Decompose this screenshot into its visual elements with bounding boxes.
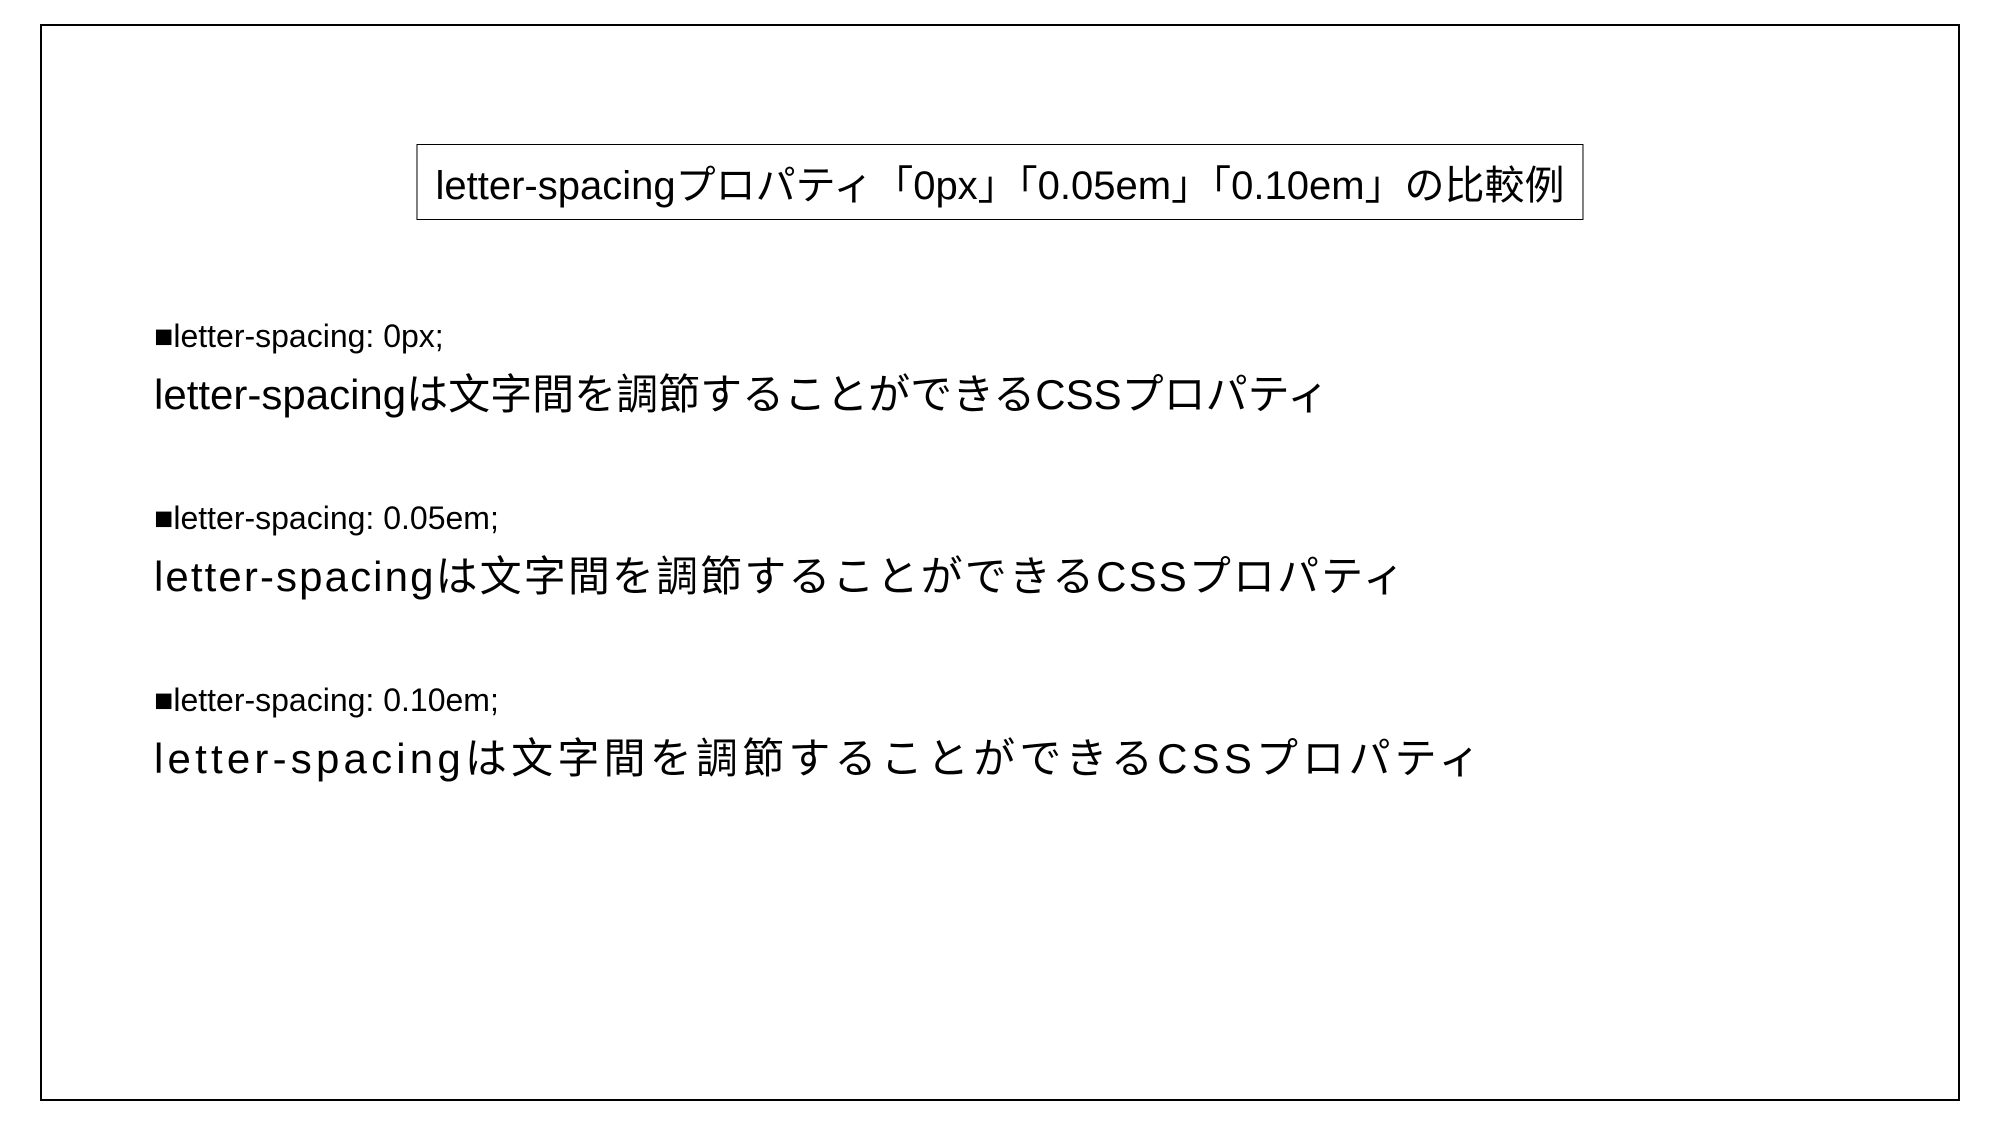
example-text-010em: letter-spacingは文字間を調節することができるCSSプロパティ (154, 725, 1898, 786)
example-block-010em: ■letter-spacing: 0.10em; letter-spacingは… (154, 682, 1898, 786)
example-block-005em: ■letter-spacing: 0.05em; letter-spacingは… (154, 500, 1898, 604)
slide-frame: letter-spacingプロパティ「0px」「0.05em」「0.10em」… (40, 24, 1960, 1101)
example-label-0px: ■letter-spacing: 0px; (154, 318, 1898, 355)
example-label-010em: ■letter-spacing: 0.10em; (154, 682, 1898, 719)
example-label-005em: ■letter-spacing: 0.05em; (154, 500, 1898, 537)
title-text: letter-spacingプロパティ「0px」「0.05em」「0.10em」… (435, 164, 1564, 208)
example-text-0px: letter-spacingは文字間を調節することができるCSSプロパティ (154, 361, 1898, 422)
example-block-0px: ■letter-spacing: 0px; letter-spacingは文字間… (154, 318, 1898, 422)
examples-container: ■letter-spacing: 0px; letter-spacingは文字間… (154, 318, 1898, 864)
example-text-005em: letter-spacingは文字間を調節することができるCSSプロパティ (154, 543, 1898, 604)
title-box: letter-spacingプロパティ「0px」「0.05em」「0.10em」… (416, 144, 1583, 220)
